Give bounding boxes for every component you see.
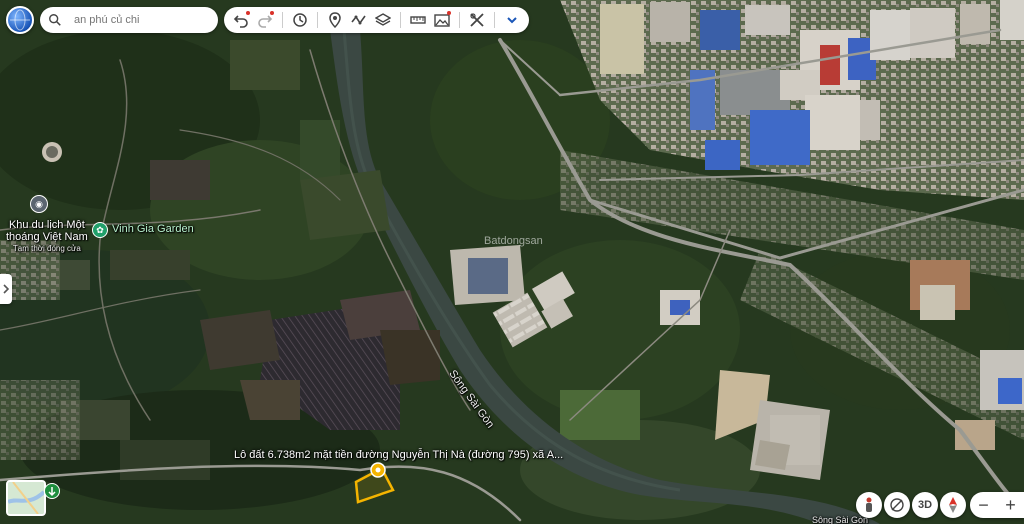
search-input[interactable] [72, 13, 196, 27]
compass-icon [949, 497, 957, 513]
ruler-button[interactable] [407, 9, 429, 31]
hide-imagery-button[interactable] [884, 492, 910, 518]
tools-icon [470, 13, 484, 27]
path-button[interactable] [348, 9, 370, 31]
layers-icon [375, 13, 391, 26]
history-icon [293, 13, 307, 27]
park-name-line1: Khu du lịch Một [8, 219, 85, 231]
street-view-button[interactable] [856, 492, 882, 518]
placemark-button[interactable] [324, 9, 346, 31]
toolbar-divider [400, 12, 401, 28]
search-icon[interactable] [48, 13, 62, 27]
watermark: Batdongsan [484, 235, 543, 247]
image-button[interactable] [431, 9, 453, 31]
zoom-controls: − + [970, 492, 1024, 518]
plot-marker-icon[interactable] [370, 462, 386, 478]
toolbar-divider [459, 12, 460, 28]
chevron-right-icon [3, 284, 10, 294]
map-thumbnail-icon [8, 482, 44, 514]
street-view-icon [866, 497, 872, 512]
view-3d-button[interactable]: 3D [912, 492, 938, 518]
top-bar [6, 6, 529, 34]
visibility-off-icon [890, 498, 904, 512]
minimap-thumbnail[interactable] [6, 480, 46, 516]
path-icon [351, 15, 366, 25]
park-name-line2: thoáng Việt Nam [6, 231, 88, 243]
chevron-down-icon [507, 17, 517, 24]
toolbar-divider [317, 12, 318, 28]
toolbar [224, 7, 529, 33]
undo-button[interactable] [230, 9, 252, 31]
toolbar-divider [494, 12, 495, 28]
side-panel-toggle[interactable] [0, 274, 12, 304]
park-label[interactable]: Khu du lịch Một thoáng Việt Nam Tạm thời… [6, 219, 88, 255]
satellite-imagery[interactable] [0, 0, 1024, 524]
layers-button[interactable] [372, 9, 394, 31]
river-label-lower: Sông Sài Gòn [812, 515, 869, 524]
image-indicator-dot [447, 11, 451, 15]
search-box[interactable] [40, 7, 218, 33]
map-view[interactable]: ◉ Khu du lịch Một thoáng Việt Nam Tạm th… [0, 0, 1024, 524]
ruler-icon [410, 16, 426, 24]
redo-indicator-dot [270, 11, 274, 15]
plot-label[interactable]: Lô đất 6.738m2 mặt tiền đường Nguyễn Thị… [234, 449, 563, 461]
compass-button[interactable] [940, 492, 966, 518]
earth-globe-icon[interactable] [6, 6, 34, 34]
expand-toolbar-button[interactable] [501, 9, 523, 31]
history-button[interactable] [289, 9, 311, 31]
garden-label[interactable]: Vinh Gia Garden [112, 223, 194, 235]
garden-place-icon[interactable]: ✿ [92, 222, 108, 238]
camera-place-icon[interactable]: ◉ [30, 195, 48, 213]
toolbar-divider [282, 12, 283, 28]
pegman-icon[interactable] [44, 483, 60, 499]
zoom-out-button[interactable]: − [978, 495, 989, 516]
zoom-in-button[interactable]: + [1005, 495, 1016, 516]
redo-button[interactable] [254, 9, 276, 31]
park-status: Tạm thời đóng cửa [12, 244, 81, 253]
tools-button[interactable] [466, 9, 488, 31]
placemark-icon [329, 12, 341, 28]
undo-indicator-dot [246, 11, 250, 15]
